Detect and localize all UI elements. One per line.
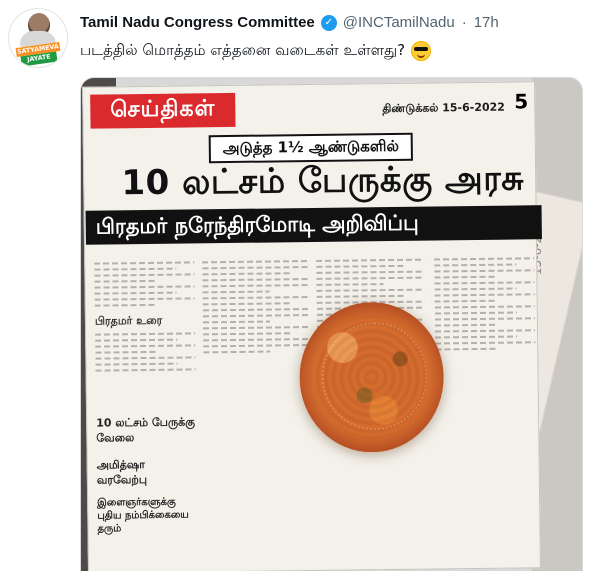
separator-dot: · xyxy=(461,14,467,31)
side-heading-text: இளைஞர்களுக்கு புதிய நம்பிக்கையை தரும் xyxy=(97,496,189,535)
newspaper-page: செய்திகள் திண்டுக்கல் 15-6-2022 5 அடுத்த… xyxy=(82,81,542,571)
newspaper-masthead: செய்திகள் xyxy=(90,92,236,129)
side-heading-2: அமித்ஷா வரவேற்பு xyxy=(96,458,148,487)
author-name[interactable]: Tamil Nadu Congress Committee xyxy=(80,14,315,31)
newspaper-edition: திண்டுக்கல் 15-6-2022 xyxy=(382,100,505,116)
tweet-text: படத்தில் மொத்தம் எத்தனை வடைகள் உள்ளது? xyxy=(80,41,580,61)
newspaper-page-number: 5 xyxy=(514,89,529,114)
column-1-heading: பிரதமர் உரை xyxy=(94,313,163,328)
tweet-time[interactable]: 17h xyxy=(474,14,499,31)
side-heading-1: 10 லட்சம் பேருக்கு வேலை xyxy=(96,415,195,445)
avatar[interactable]: SATYAMEVA JAYATE xyxy=(8,8,68,68)
sunglasses-emoji-icon xyxy=(411,41,432,61)
verified-icon: ✓ xyxy=(320,14,337,31)
newspaper-subheadline: அடுத்த 1½ ஆண்டுகளில் xyxy=(208,132,414,164)
author-handle[interactable]: @INCTamilNadu xyxy=(343,14,455,31)
newspaper-banner: பிரதமர் நரேந்திரமோடி அறிவிப்பு xyxy=(85,205,542,245)
tweet-image[interactable]: 15-6-2022 செய்திகள் திண்டுக்கல் 15-6-202… xyxy=(80,77,583,571)
tweet-header: Tamil Nadu Congress Committee ✓ @INCTami… xyxy=(80,14,499,31)
tweet-text-content: படத்தில் மொத்தம் எத்தனை வடைகள் உள்ளது? xyxy=(80,41,406,59)
side-heading-block: 10 லட்சம் பேருக்கு வேலை அமித்ஷா வரவேற்பு… xyxy=(96,415,197,535)
newspaper-column-2 xyxy=(202,256,314,557)
newspaper-column-4 xyxy=(434,253,538,554)
